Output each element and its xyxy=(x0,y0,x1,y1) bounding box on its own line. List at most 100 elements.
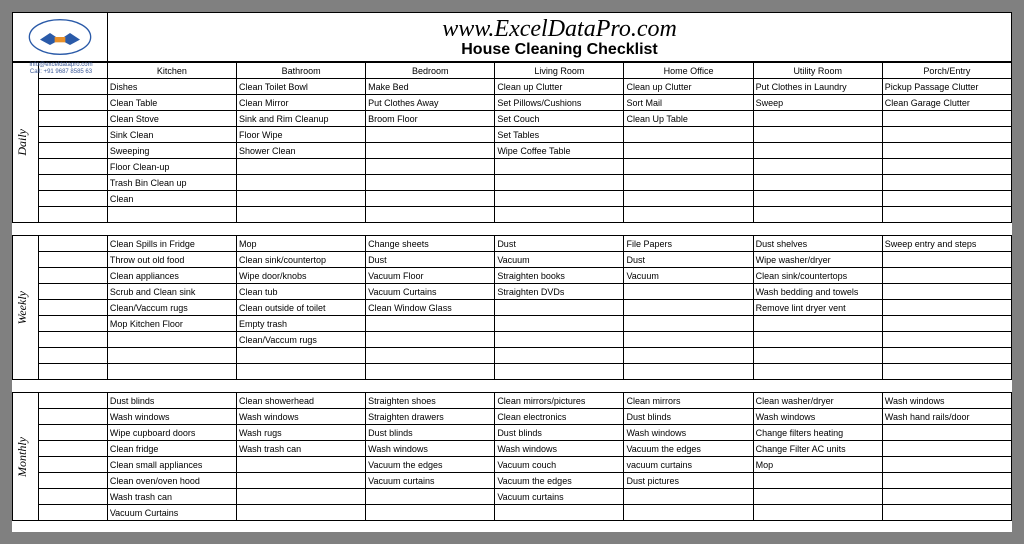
task-cell xyxy=(495,316,624,332)
task-cell: Straighten shoes xyxy=(366,393,495,409)
task-cell: Sweeping xyxy=(107,143,236,159)
logo-cell xyxy=(13,13,108,61)
task-cell xyxy=(753,473,882,489)
task-cell: Vacuum Floor xyxy=(366,268,495,284)
doc-title: House Cleaning Checklist xyxy=(461,41,658,59)
task-cell: Straighten DVDs xyxy=(495,284,624,300)
task-cell: Wash trash can xyxy=(107,489,236,505)
task-cell xyxy=(753,316,882,332)
task-cell: Dishes xyxy=(107,79,236,95)
task-cell xyxy=(624,127,753,143)
task-cell xyxy=(753,505,882,521)
task-cell: Dust blinds xyxy=(107,393,236,409)
task-cell xyxy=(882,111,1011,127)
task-cell: Throw out old food xyxy=(107,252,236,268)
task-cell xyxy=(882,191,1011,207)
col-header: Bathroom xyxy=(237,63,366,79)
header: www.ExcelDataPro.com House Cleaning Chec… xyxy=(12,12,1012,62)
task-cell xyxy=(237,175,366,191)
task-cell: Clean Table xyxy=(107,95,236,111)
task-cell: Mop xyxy=(753,457,882,473)
task-cell xyxy=(753,159,882,175)
task-cell xyxy=(624,284,753,300)
col-header: Bedroom xyxy=(366,63,495,79)
task-cell xyxy=(366,316,495,332)
task-cell: Dust shelves xyxy=(753,236,882,252)
task-cell xyxy=(624,175,753,191)
task-cell xyxy=(366,207,495,223)
task-cell xyxy=(882,207,1011,223)
task-cell: Clean/Vaccum rugs xyxy=(237,332,366,348)
task-cell: Make Bed xyxy=(366,79,495,95)
task-cell xyxy=(882,489,1011,505)
task-cell: Clean mirrors/pictures xyxy=(495,393,624,409)
task-cell: Clean sink/countertops xyxy=(753,268,882,284)
task-cell: Dust xyxy=(366,252,495,268)
task-cell: Sort Mail xyxy=(624,95,753,111)
task-cell: Wash windows xyxy=(107,409,236,425)
task-cell xyxy=(495,207,624,223)
task-cell: Vacuum the edges xyxy=(495,473,624,489)
task-cell: Put Clothes Away xyxy=(366,95,495,111)
task-cell xyxy=(624,207,753,223)
task-cell xyxy=(237,191,366,207)
task-cell: Wash bedding and towels xyxy=(753,284,882,300)
task-cell xyxy=(882,348,1011,364)
task-cell xyxy=(753,191,882,207)
task-cell xyxy=(366,332,495,348)
task-cell xyxy=(753,207,882,223)
task-cell: Wash windows xyxy=(366,441,495,457)
task-cell: File Papers xyxy=(624,236,753,252)
task-cell: Clean oven/oven hood xyxy=(107,473,236,489)
task-cell xyxy=(237,457,366,473)
task-cell xyxy=(107,348,236,364)
task-cell xyxy=(882,505,1011,521)
task-cell xyxy=(882,252,1011,268)
task-cell: Vacuum xyxy=(495,252,624,268)
task-cell: Clean Window Glass xyxy=(366,300,495,316)
task-cell xyxy=(237,473,366,489)
task-cell: Clean appliances xyxy=(107,268,236,284)
task-cell xyxy=(237,505,366,521)
task-cell: Clean xyxy=(107,191,236,207)
task-cell xyxy=(624,316,753,332)
task-cell xyxy=(495,348,624,364)
task-cell: Clean Stove xyxy=(107,111,236,127)
task-cell xyxy=(366,175,495,191)
task-cell: Clean fridge xyxy=(107,441,236,457)
task-cell: Dust xyxy=(495,236,624,252)
task-cell xyxy=(882,425,1011,441)
task-cell: Broom Floor xyxy=(366,111,495,127)
task-cell xyxy=(237,489,366,505)
contact-email: info@exceldatapro.com xyxy=(16,62,106,69)
task-cell: Trash Bin Clean up xyxy=(107,175,236,191)
task-cell xyxy=(882,159,1011,175)
task-cell: Empty trash xyxy=(237,316,366,332)
task-cell: Wash windows xyxy=(237,409,366,425)
task-cell xyxy=(495,175,624,191)
task-cell: Vacuum curtains xyxy=(366,473,495,489)
section-label: Daily xyxy=(15,129,30,156)
task-cell: Clean Up Table xyxy=(624,111,753,127)
task-cell: Pickup Passage Clutter xyxy=(882,79,1011,95)
task-cell xyxy=(624,348,753,364)
task-cell xyxy=(366,489,495,505)
task-cell: Sink Clean xyxy=(107,127,236,143)
task-cell: Mop xyxy=(237,236,366,252)
task-cell: Set Pillows/Cushions xyxy=(495,95,624,111)
section-label: Monthly xyxy=(15,437,30,477)
task-cell xyxy=(624,332,753,348)
task-cell: Dust xyxy=(624,252,753,268)
task-cell: Put Clothes in Laundry xyxy=(753,79,882,95)
task-cell: Vacuum couch xyxy=(495,457,624,473)
task-cell: Clean mirrors xyxy=(624,393,753,409)
task-cell: Remove lint dryer vent xyxy=(753,300,882,316)
task-cell xyxy=(753,127,882,143)
task-cell xyxy=(495,191,624,207)
task-cell: Wipe door/knobs xyxy=(237,268,366,284)
task-cell: Dust blinds xyxy=(624,409,753,425)
col-header: Home Office xyxy=(624,63,753,79)
task-cell: Clean small appliances xyxy=(107,457,236,473)
task-cell xyxy=(366,191,495,207)
task-cell xyxy=(882,316,1011,332)
